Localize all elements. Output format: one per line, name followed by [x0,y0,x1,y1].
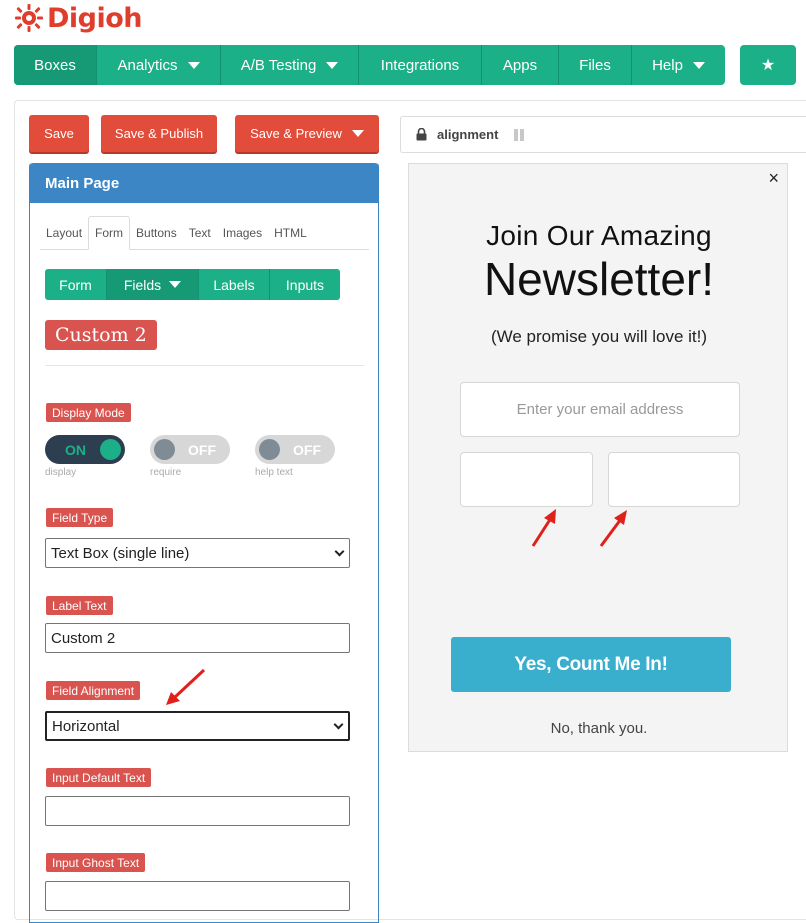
display-mode-label: Display Mode [46,403,131,422]
nav-ab-testing[interactable]: A/B Testing [221,45,359,85]
tab-html[interactable]: HTML [268,217,313,249]
input-default-label: Input Default Text [46,768,152,787]
save-preview-button[interactable]: Save & Preview [235,115,379,152]
settings-panel: Main Page Layout Form Buttons Text Image… [29,163,379,923]
form-subtabs: Form Fields Labels Inputs [45,269,340,300]
nav-analytics-label: Analytics [117,56,178,74]
subscribe-button[interactable]: Yes, Count Me In! [451,637,731,692]
field-type-label: Field Type [46,508,114,527]
tab-text[interactable]: Text [183,217,217,249]
save-button[interactable]: Save [29,115,89,152]
require-caption: require [150,467,182,478]
brand-name: Digioh [47,2,143,34]
nav-analytics[interactable]: Analytics [97,45,221,85]
input-ghost-field[interactable] [45,881,350,911]
toggle-knob [259,439,280,460]
divider [45,365,364,366]
display-toggle-state: ON [65,441,86,458]
digioh-logo-icon [15,4,43,32]
decline-link[interactable]: No, thank you. [409,720,789,737]
save-preview-button-label: Save & Preview [250,126,342,141]
preview-url-bar[interactable]: alignment [400,116,806,153]
field-type-select[interactable]: Text Box (single line) [45,538,350,568]
help-text-caption: help text [255,467,293,478]
field-alignment-select[interactable]: Horizontal [45,711,350,741]
subtab-fields[interactable]: Fields [107,269,199,300]
chevron-down-icon [326,61,339,69]
field-alignment-value: Horizontal [52,717,120,735]
nav-integrations[interactable]: Integrations [359,45,482,85]
star-icon: ★ [760,57,776,74]
digioh-logo[interactable]: Digioh [14,1,143,35]
annotation-arrow [166,668,206,705]
display-caption: display [45,467,77,478]
field-name-badge: Custom 2 [45,320,157,350]
favorites-button[interactable]: ★ [740,45,796,85]
help-text-toggle[interactable]: OFF [255,435,335,464]
label-text-label: Label Text [46,596,113,615]
nav-files-label: Files [579,56,611,74]
chevron-down-icon [692,61,705,69]
preview-url-label: alignment [437,127,499,142]
custom-field-2-input[interactable] [608,452,740,507]
nav-boxes[interactable]: Boxes [14,45,97,85]
chevron-down-icon [333,719,344,729]
nav-ab-testing-label: A/B Testing [240,56,317,74]
nav-boxes-label: Boxes [34,56,76,74]
tab-layout[interactable]: Layout [40,217,88,249]
chevron-down-icon [334,546,345,556]
nav-help[interactable]: Help [632,45,725,85]
save-button-label: Save [44,126,74,141]
panel-tabs: Layout Form Buttons Text Images HTML [40,216,369,250]
tab-form[interactable]: Form [88,216,131,250]
nav-help-label: Help [652,56,683,74]
panel-title: Main Page [30,163,378,203]
close-icon[interactable]: × [768,168,779,189]
nav-apps-label: Apps [502,56,538,74]
popup-heading-line2: Newsletter! [483,253,715,305]
annotation-arrow [531,509,556,547]
subtab-form-label: Form [59,276,92,293]
field-type-value: Text Box (single line) [51,544,190,562]
pause-icon[interactable] [514,128,525,141]
popup-preview: × Join Our Amazing Newsletter! (We promi… [408,163,788,752]
subtab-labels[interactable]: Labels [199,269,270,300]
tab-buttons[interactable]: Buttons [130,217,183,249]
save-publish-button[interactable]: Save & Publish [101,115,217,152]
tab-images[interactable]: Images [217,217,268,249]
subtab-inputs-label: Inputs [285,276,325,293]
annotation-arrow [599,510,627,547]
input-ghost-label: Input Ghost Text [46,853,146,872]
field-alignment-label: Field Alignment [46,681,141,700]
chevron-down-icon [351,130,364,137]
nav-apps[interactable]: Apps [482,45,559,85]
subtab-form[interactable]: Form [45,269,107,300]
custom-field-1-input[interactable] [460,452,593,507]
display-toggle[interactable]: ON [45,435,125,464]
toggle-knob [154,439,175,460]
subtab-fields-label: Fields [123,276,162,293]
email-input[interactable]: Enter your email address [460,382,740,437]
input-default-field[interactable] [45,796,350,826]
chevron-down-icon [187,61,200,69]
toggle-knob [100,439,121,460]
save-publish-button-label: Save & Publish [114,126,204,141]
chevron-down-icon [169,281,182,288]
help-text-toggle-state: OFF [293,441,321,458]
require-toggle-state: OFF [188,441,216,458]
popup-subheading: (We promise you will love it!) [490,327,708,346]
label-text-input[interactable]: Custom 2 [45,623,350,653]
nav-files[interactable]: Files [559,45,632,85]
require-toggle[interactable]: OFF [150,435,230,464]
subtab-inputs[interactable]: Inputs [270,269,340,300]
main-nav: Boxes Analytics A/B Testing Integrations… [14,45,725,85]
popup-heading-line1: Join Our Amazing [486,220,712,251]
lock-icon [416,128,427,141]
subtab-labels-label: Labels [213,276,255,293]
nav-integrations-label: Integrations [380,56,460,74]
